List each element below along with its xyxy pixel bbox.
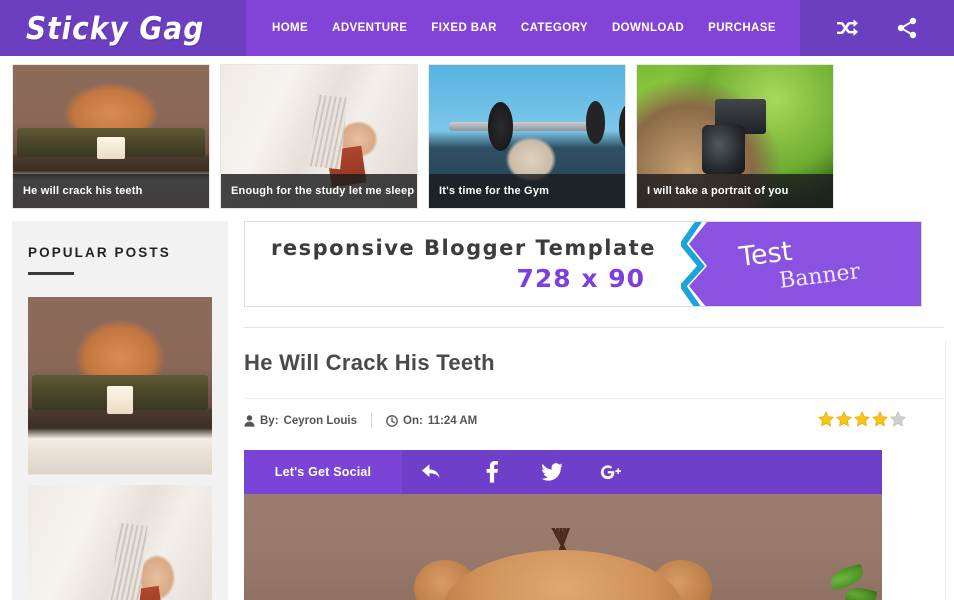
featured-caption: He will crack his teeth: [13, 174, 209, 208]
star-icon-filled[interactable]: [836, 411, 852, 427]
zigzag-divider-icon: [681, 222, 707, 306]
status-badge[interactable]: [818, 411, 906, 427]
featured-posts-strip: He will crack his teeth Enough for the s…: [0, 56, 954, 209]
list-item[interactable]: [28, 485, 212, 600]
meta-separator: [371, 413, 373, 428]
google-plus-icon: [600, 465, 621, 480]
nav-item-category[interactable]: CATEGORY: [509, 0, 600, 56]
twitter-icon: [541, 462, 563, 481]
share-reply-button[interactable]: [402, 463, 462, 481]
header-tools: [800, 0, 954, 56]
nav-item-adventure[interactable]: ADVENTURE: [320, 0, 419, 56]
google-plus-button[interactable]: [582, 462, 642, 482]
ad-banner[interactable]: responsive Blogger Template 728 x 90 Tes…: [244, 221, 922, 307]
featured-caption: Enough for the study let me sleep: [221, 174, 417, 208]
nav-item-home[interactable]: HOME: [260, 0, 320, 56]
main-navigation: HOME ADVENTURE FIXED BAR CATEGORY DOWNLO…: [246, 0, 800, 56]
ad-banner-size: 728 x 90: [516, 263, 645, 293]
post-time-prefix: On:: [403, 414, 423, 427]
logo-container[interactable]: Sticky Gag: [0, 0, 246, 56]
nav-item-purchase[interactable]: PURCHASE: [696, 0, 788, 56]
main-column: responsive Blogger Template 728 x 90 Tes…: [228, 221, 954, 600]
popular-post-thumb-sleeping-baby: [28, 485, 212, 600]
twitter-button[interactable]: [522, 462, 582, 482]
post-author-prefix: By:: [260, 414, 279, 427]
nav-item-download[interactable]: DOWNLOAD: [600, 0, 696, 56]
post-time: On: 11:24 AM: [386, 415, 477, 427]
share-reply-icon: [422, 464, 440, 478]
star-icon-filled[interactable]: [854, 411, 870, 427]
share-icon[interactable]: [896, 17, 918, 39]
social-buttons: [402, 450, 882, 494]
star-icon-empty[interactable]: [890, 411, 906, 427]
featured-caption: It's time for the Gym: [429, 174, 625, 208]
title-underline: [28, 272, 74, 275]
facebook-icon: [486, 461, 498, 483]
ad-banner-line1: responsive Blogger Template: [271, 235, 656, 260]
post-time-value: 11:24 AM: [427, 414, 478, 427]
site-logo[interactable]: Sticky Gag: [0, 10, 204, 47]
page-title: He Will Crack His Teeth: [244, 350, 495, 375]
post-author: By: Ceyron Louis: [244, 415, 357, 427]
facebook-button[interactable]: [462, 461, 522, 483]
ad-banner-text: responsive Blogger Template 728 x 90: [245, 222, 675, 306]
featured-caption: I will take a portrait of you: [637, 174, 833, 208]
featured-card[interactable]: He will crack his teeth: [12, 64, 210, 209]
user-icon: [244, 414, 255, 427]
sidebar: POPULAR POSTS: [12, 221, 228, 600]
post-author-name[interactable]: Ceyron Louis: [284, 415, 357, 427]
social-share-bar: Let's Get Social: [244, 450, 882, 494]
star-icon-filled[interactable]: [872, 411, 888, 427]
popular-posts-title: POPULAR POSTS: [28, 245, 171, 260]
content-area: POPULAR POSTS responsive Blogger Templat…: [0, 209, 954, 600]
star-icon-filled[interactable]: [818, 411, 834, 427]
featured-card[interactable]: Enough for the study let me sleep: [220, 64, 418, 209]
featured-card[interactable]: I will take a portrait of you: [636, 64, 834, 209]
shuffle-icon[interactable]: [836, 18, 860, 38]
nav-item-fixed-bar[interactable]: FIXED BAR: [419, 0, 509, 56]
popular-post-thumb-beaver-cartoon: [28, 297, 212, 474]
site-header: Sticky Gag HOME ADVENTURE FIXED BAR CATE…: [0, 0, 954, 56]
ad-banner-badge: Test Banner: [681, 222, 921, 306]
clock-icon: [386, 414, 398, 427]
featured-card[interactable]: It's time for the Gym: [428, 64, 626, 209]
post-meta: By: Ceyron Louis On: 11:24 AM: [244, 399, 944, 428]
social-bar-label[interactable]: Let's Get Social: [244, 450, 402, 494]
column-divider: [945, 339, 946, 600]
list-item[interactable]: [28, 297, 212, 475]
post-hero-image[interactable]: [244, 494, 882, 600]
